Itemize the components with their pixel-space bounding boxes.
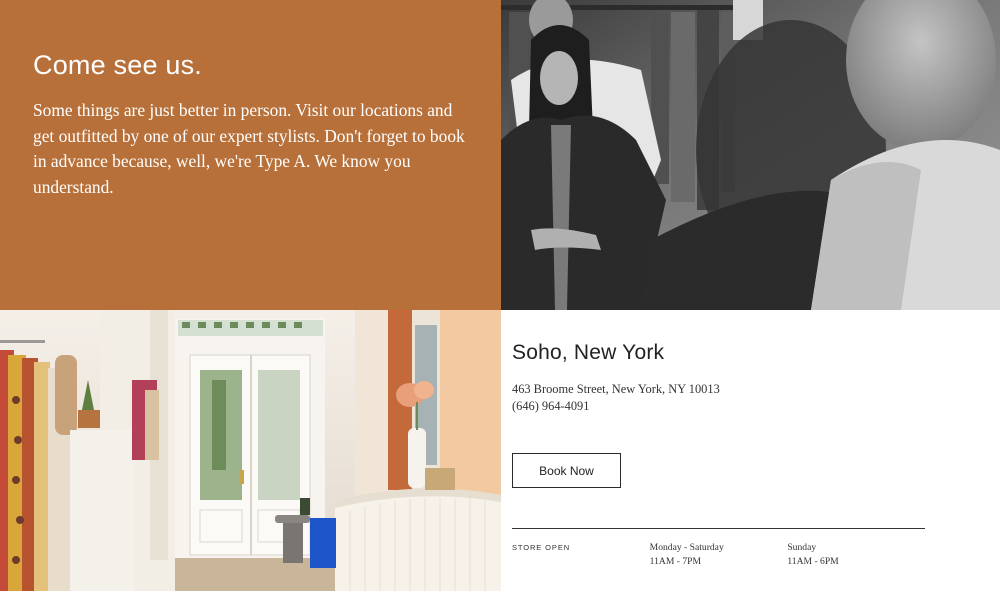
hours-sunday: Sunday 11AM - 6PM — [787, 541, 925, 569]
intro-heading: Come see us. — [33, 50, 202, 80]
intro-panel: Come see us. Some things are just better… — [0, 0, 501, 310]
hours-weekdays: Monday - Saturday 11AM - 7PM — [650, 541, 788, 569]
hours-time: 11AM - 7PM — [649, 556, 702, 567]
fitting-photo — [501, 0, 1000, 310]
store-phone[interactable]: (646) 964-4091 — [512, 398, 1000, 415]
store-interior-photo — [0, 310, 501, 591]
store-info-panel: Soho, New York 463 Broome Street, New Yo… — [501, 310, 1000, 591]
hours-days: Sunday — [787, 542, 817, 553]
store-open-label: STORE OPEN — [512, 543, 571, 552]
store-name: Soho, New York — [512, 341, 665, 364]
hours-days: Monday - Saturday — [649, 542, 724, 553]
hours-time: 11AM - 6PM — [787, 556, 839, 567]
intro-body: Some things are just better in person. V… — [33, 100, 465, 197]
book-now-button[interactable]: Book Now — [512, 453, 621, 488]
store-interior-image — [0, 310, 501, 591]
store-address: 463 Broome Street, New York, NY 10013 — [512, 382, 720, 396]
locations-section: Come see us. Some things are just better… — [0, 0, 1000, 591]
fitting-photo-image — [501, 0, 1000, 310]
hours-divider — [512, 528, 925, 529]
store-hours: STORE OPEN Monday - Saturday 11AM - 7PM … — [512, 541, 925, 569]
